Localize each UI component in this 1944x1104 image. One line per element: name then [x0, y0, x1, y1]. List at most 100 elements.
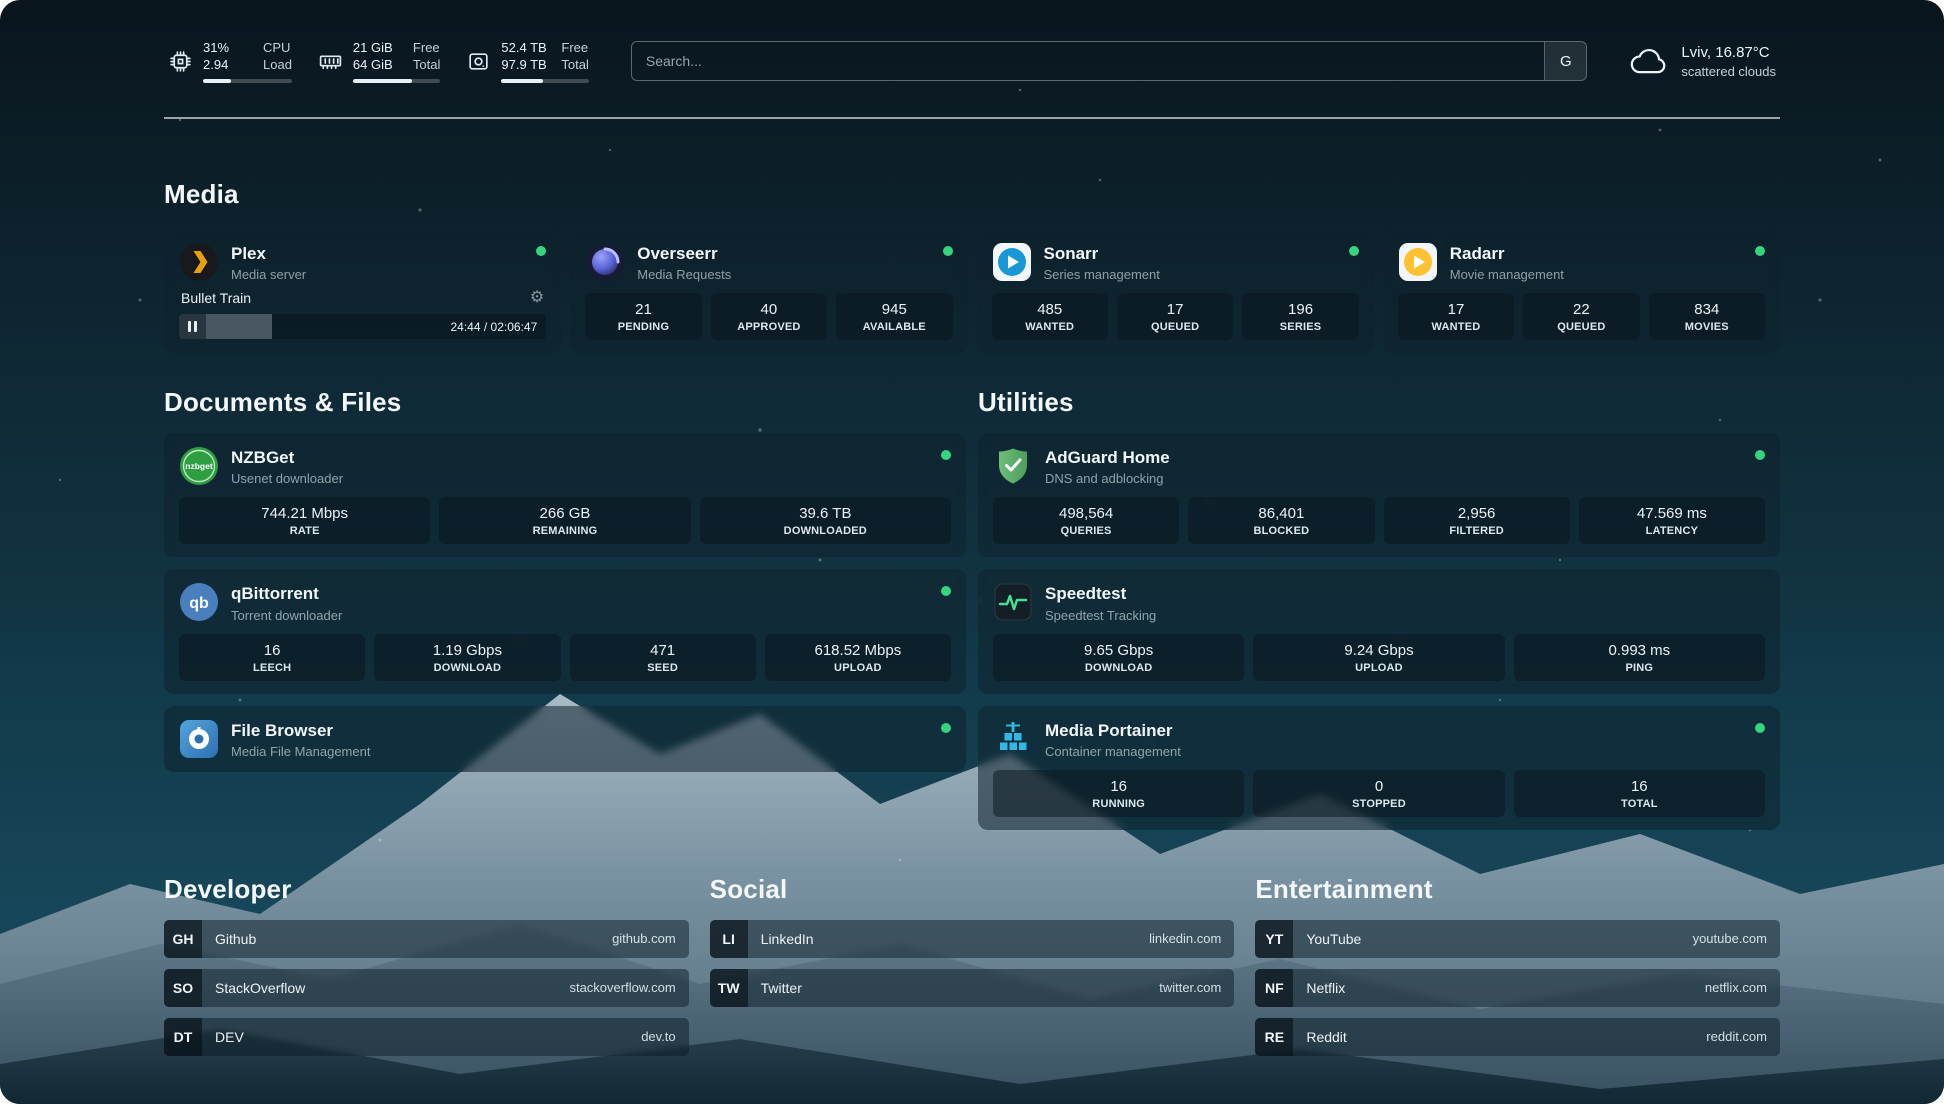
- bookmark-netflix[interactable]: NF Netflix netflix.com: [1255, 969, 1780, 1007]
- app-card-qbittorrent[interactable]: qb qBittorrent Torrent downloader 16: [164, 569, 966, 693]
- app-card-sonarr[interactable]: Sonarr Series management 485 WANTED 17 Q…: [977, 229, 1374, 353]
- bookmark-dev[interactable]: DT DEV dev.to: [164, 1018, 689, 1056]
- disk-total-label: Total: [561, 57, 588, 74]
- progress-track[interactable]: 24:44 / 02:06:47: [206, 314, 546, 339]
- app-name: Overseerr: [637, 243, 930, 264]
- stat-queries: 498,564 QUERIES: [993, 497, 1179, 544]
- stat-leech: 16 LEECH: [179, 634, 365, 681]
- status-indicator: [941, 450, 951, 460]
- plex-icon: [179, 242, 219, 282]
- playback-progress-bar[interactable]: 24:44 / 02:06:47: [179, 314, 546, 339]
- netflix-icon: NF: [1255, 969, 1293, 1007]
- bookmark-url: dev.to: [641, 1029, 688, 1044]
- stat-seed: 471 SEED: [570, 634, 756, 681]
- system-metrics: 31% 2.94 CPU Load: [168, 40, 589, 83]
- app-subtitle: Container management: [1045, 744, 1743, 759]
- settings-gear-icon[interactable]: ⚙: [530, 290, 544, 306]
- app-card-radarr[interactable]: Radarr Movie management 17 WANTED 22 QUE…: [1383, 229, 1780, 353]
- memory-metric: 21 GiB 64 GiB Free Total: [318, 40, 440, 83]
- cpu-usage-bar: [203, 79, 292, 83]
- search-bar[interactable]: G: [631, 41, 1587, 81]
- bookmark-stackoverflow[interactable]: SO StackOverflow stackoverflow.com: [164, 969, 689, 1007]
- pause-button[interactable]: [179, 314, 206, 339]
- bookmark-url: reddit.com: [1706, 1029, 1780, 1044]
- search-engine-button[interactable]: G: [1544, 42, 1586, 80]
- bookmark-linkedin[interactable]: LI LinkedIn linkedin.com: [710, 920, 1235, 958]
- bookmark-youtube[interactable]: YT YouTube youtube.com: [1255, 920, 1780, 958]
- app-subtitle: Speedtest Tracking: [1045, 608, 1765, 623]
- memory-usage-bar: [353, 79, 440, 83]
- memory-free-label: Free: [413, 40, 440, 57]
- cpu-percent: 31%: [203, 40, 249, 57]
- portainer-icon: [993, 719, 1033, 759]
- weather-widget: Lviv, 16.87°C scattered clouds: [1629, 44, 1776, 79]
- search-input[interactable]: [632, 42, 1544, 80]
- stat-downloaded: 39.6 TB DOWNLOADED: [700, 497, 951, 544]
- filebrowser-icon: [179, 719, 219, 759]
- qbittorrent-icon: qb: [179, 582, 219, 622]
- overseerr-icon: [585, 242, 625, 282]
- status-indicator: [943, 246, 953, 256]
- svg-text:nzbget: nzbget: [185, 461, 213, 471]
- radarr-icon: [1398, 242, 1438, 282]
- cpu-label: CPU: [263, 40, 292, 57]
- app-card-filebrowser[interactable]: File Browser Media File Management: [164, 706, 966, 772]
- bookmark-name: Github: [215, 931, 256, 947]
- app-card-plex[interactable]: Plex Media server Bullet Train ⚙ 24:4: [164, 229, 561, 353]
- stat-running: 16 RUNNING: [993, 770, 1244, 817]
- app-name: NZBGet: [231, 447, 929, 468]
- dashboard-screen: 31% 2.94 CPU Load: [0, 0, 1944, 1104]
- app-subtitle: Movie management: [1450, 267, 1743, 282]
- section-title-social: Social: [710, 874, 1235, 904]
- memory-total-value: 64 GiB: [353, 57, 399, 74]
- stat-upload: 618.52 Mbps UPLOAD: [765, 634, 951, 681]
- bookmark-twitter[interactable]: TW Twitter twitter.com: [710, 969, 1235, 1007]
- bookmark-name: Reddit: [1306, 1029, 1346, 1045]
- app-card-adguard[interactable]: AdGuard Home DNS and adblocking 498,564 …: [978, 433, 1780, 557]
- app-card-speedtest[interactable]: Speedtest Speedtest Tracking 9.65 Gbps D…: [978, 569, 1780, 693]
- bookmark-name: LinkedIn: [761, 931, 814, 947]
- memory-icon: [318, 49, 343, 74]
- bookmark-group-entertainment: Entertainment YT YouTube youtube.com NF …: [1255, 874, 1780, 1056]
- bookmark-url: twitter.com: [1159, 980, 1234, 995]
- disk-total-value: 97.9 TB: [501, 57, 547, 74]
- playback-time: 24:44 / 02:06:47: [451, 320, 538, 334]
- stat-series: 196 SERIES: [1242, 293, 1358, 340]
- section-utilities: Utilities AdGuard Home DNS and adblockin…: [978, 387, 1780, 830]
- app-card-portainer[interactable]: Media Portainer Container management 16 …: [978, 706, 1780, 830]
- section-title-media: Media: [164, 179, 1780, 209]
- cpu-icon: [168, 49, 193, 74]
- stat-filtered: 2,956 FILTERED: [1384, 497, 1570, 544]
- stat-total: 16 TOTAL: [1514, 770, 1765, 817]
- speedtest-icon: [993, 582, 1033, 622]
- app-card-nzbget[interactable]: nzbget NZBGet Usenet downloader 744.21 M…: [164, 433, 966, 557]
- app-name: File Browser: [231, 720, 929, 741]
- stat-movies: 834 MOVIES: [1649, 293, 1765, 340]
- app-subtitle: Media Requests: [637, 267, 930, 282]
- app-name: Media Portainer: [1045, 720, 1743, 741]
- linkedin-icon: LI: [710, 920, 748, 958]
- stat-blocked: 86,401 BLOCKED: [1188, 497, 1374, 544]
- twitter-icon: TW: [710, 969, 748, 1007]
- disk-icon: [466, 49, 491, 74]
- sonarr-icon: [992, 242, 1032, 282]
- bookmark-github[interactable]: GH Github github.com: [164, 920, 689, 958]
- now-playing-title: Bullet Train: [181, 290, 251, 306]
- stat-pending: 21 PENDING: [585, 293, 701, 340]
- bookmark-reddit[interactable]: RE Reddit reddit.com: [1255, 1018, 1780, 1056]
- github-icon: GH: [164, 920, 202, 958]
- app-subtitle: Torrent downloader: [231, 608, 929, 623]
- stat-queued: 17 QUEUED: [1117, 293, 1233, 340]
- section-title-developer: Developer: [164, 874, 689, 904]
- youtube-icon: YT: [1255, 920, 1293, 958]
- app-name: Sonarr: [1044, 243, 1337, 264]
- reddit-icon: RE: [1255, 1018, 1293, 1056]
- section-title-entertainment: Entertainment: [1255, 874, 1780, 904]
- bookmark-group-social: Social LI LinkedIn linkedin.com TW Twitt…: [710, 874, 1235, 1056]
- stat-remaining: 266 GB REMAINING: [439, 497, 690, 544]
- cpu-load-label: Load: [263, 57, 292, 74]
- app-card-overseerr[interactable]: Overseerr Media Requests 21 PENDING 40 A…: [570, 229, 967, 353]
- bookmark-url: github.com: [612, 931, 689, 946]
- bookmark-url: linkedin.com: [1149, 931, 1234, 946]
- memory-free-value: 21 GiB: [353, 40, 399, 57]
